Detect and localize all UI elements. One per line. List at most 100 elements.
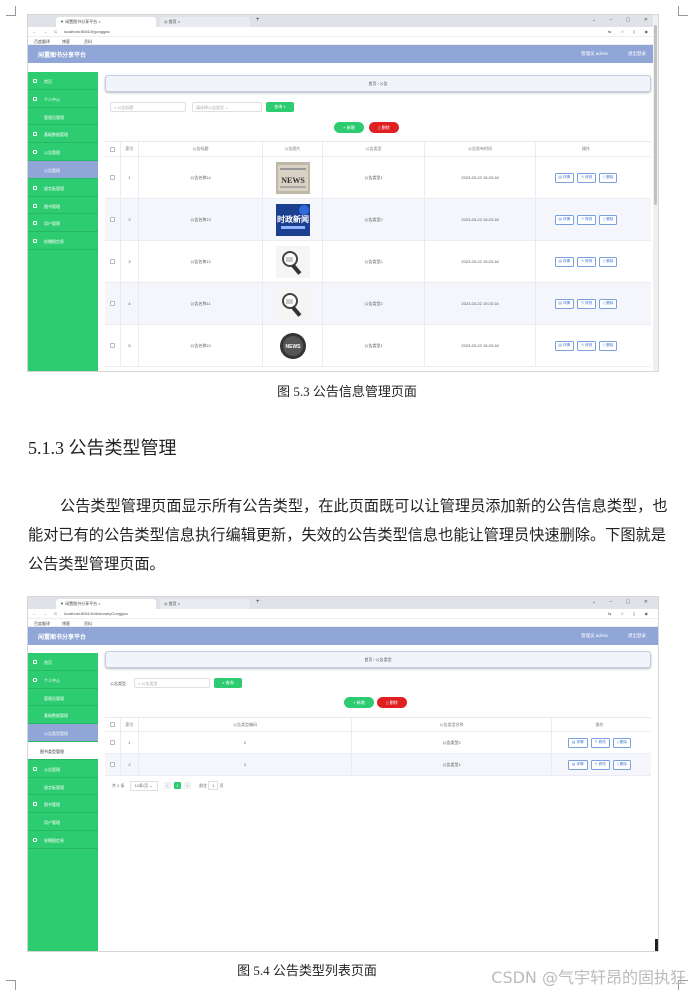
row-delete-button[interactable]: ▯ 删除: [599, 298, 618, 309]
row-checkbox[interactable]: [105, 199, 121, 240]
row-name: 公告类型2: [352, 732, 552, 753]
row-checkbox[interactable]: [105, 241, 121, 282]
sidebar-item-books[interactable]: 图书管理: [28, 197, 98, 215]
row-checkbox[interactable]: [105, 283, 121, 324]
image-icon: [33, 837, 37, 842]
url-field[interactable]: localhost:8081/#/dictionaryGonggao: [64, 611, 128, 616]
scrollbar[interactable]: [653, 15, 658, 371]
new-tab-icon[interactable]: +: [256, 599, 260, 605]
edit-button[interactable]: ✎ 修改: [590, 759, 610, 770]
sidebar-item-users[interactable]: 用户管理: [28, 813, 98, 831]
type-select[interactable]: 请选择公告类型 ⌄: [192, 102, 262, 112]
row-delete-button[interactable]: ▯ 删除: [612, 737, 631, 748]
browser-tab-home[interactable]: ◎ 首页 ×: [160, 599, 250, 609]
detail-button[interactable]: ▤ 详情: [554, 298, 575, 309]
delete-button[interactable]: ▯ 删除: [369, 122, 399, 133]
search-button[interactable]: 查询 ⌕: [266, 102, 294, 112]
next-page-button[interactable]: ›: [183, 782, 191, 790]
select-all-checkbox[interactable]: [105, 718, 121, 731]
table-header: 索引 公告类型编码 公告类型名称 操作: [105, 718, 651, 732]
detail-button[interactable]: ▤ 详情: [554, 340, 575, 351]
sidebar-item-profile[interactable]: 个人中心: [28, 671, 98, 689]
title-search-input[interactable]: ⌕ 公告标题: [110, 102, 186, 112]
row-delete-button[interactable]: ▯ 删除: [599, 340, 618, 351]
goto-page-input[interactable]: 1: [208, 781, 219, 790]
sidebar-item-profile[interactable]: 个人中心: [28, 90, 98, 108]
row-checkbox[interactable]: [105, 157, 121, 198]
sidebar-item-notices[interactable]: 公告管理: [28, 143, 98, 161]
row-checkbox[interactable]: [105, 754, 121, 775]
sidebar-item-carousel[interactable]: 轮播图信息: [28, 232, 98, 250]
image-icon: [33, 239, 37, 244]
browser-tools-icon[interactable]: ⇆ ☆ ▯ ◉: [608, 611, 652, 616]
row-delete-button[interactable]: ▯ 删除: [599, 214, 618, 225]
select-all-checkbox[interactable]: [105, 142, 121, 156]
delete-button[interactable]: ▯ 删除: [377, 697, 407, 708]
table-row: 2 1 公告类型1 ▤ 详情 ✎ 修改 ▯ 删除: [105, 754, 651, 776]
page-size-select[interactable]: 10条/页 ⌄: [129, 781, 158, 791]
row-image: NEWS: [263, 157, 323, 198]
logout-link[interactable]: 退出登录: [628, 51, 646, 57]
breadcrumb: 首页 / 公告类型: [105, 651, 651, 668]
url-field[interactable]: localhost:8081/#/gonggao: [64, 29, 110, 34]
sidebar-item-base-data[interactable]: 基础数据管理: [28, 125, 98, 144]
sidebar-item-users[interactable]: 用户管理: [28, 214, 98, 233]
row-name: 公告类型1: [352, 754, 552, 775]
sidebar-item-home[interactable]: 首页: [28, 653, 98, 671]
sidebar-item-admins[interactable]: 管理员管理: [28, 108, 98, 126]
row-index: 4: [121, 283, 139, 324]
sidebar-item-books[interactable]: 图书管理: [28, 795, 98, 814]
edit-button[interactable]: ✎ 修改: [577, 172, 597, 183]
page-button-current[interactable]: 1: [173, 782, 181, 790]
edit-button[interactable]: ✎ 修改: [577, 256, 597, 267]
browser-tab-home[interactable]: ◎ 首页 ×: [160, 17, 250, 27]
edit-button[interactable]: ✎ 修改: [590, 737, 610, 748]
browser-tab-app[interactable]: ▼ 闲置图书分享平台 ×: [56, 599, 156, 609]
row-checkbox[interactable]: [105, 732, 121, 753]
nav-arrows-icon[interactable]: ← → C: [32, 29, 60, 34]
pagination: 共 2 条 10条/页 ⌄ ‹ 1 › 前往 1 页: [112, 781, 224, 791]
row-actions: ▤ 详情 ✎ 修改 ▯ 删除: [536, 325, 636, 366]
row-delete-button[interactable]: ▯ 删除: [612, 759, 631, 770]
row-checkbox[interactable]: [105, 325, 121, 366]
add-button[interactable]: + 新增: [344, 697, 374, 708]
new-tab-icon[interactable]: +: [256, 17, 260, 23]
sidebar-item-notice-types[interactable]: 公告类型管理: [28, 724, 98, 742]
sidebar-item-base-data[interactable]: 基础数据管理: [28, 706, 98, 725]
detail-button[interactable]: ▤ 详情: [554, 214, 575, 225]
sidebar-item-home[interactable]: 首页: [28, 72, 98, 90]
sidebar-item-admins[interactable]: 管理员管理: [28, 689, 98, 707]
sidebar-item-notices[interactable]: 公告管理: [28, 760, 98, 778]
logout-link[interactable]: 退出登录: [628, 633, 646, 639]
window-controls-icon[interactable]: ⌄ – ▢ ✕: [592, 17, 654, 23]
detail-button[interactable]: ▤ 详情: [554, 172, 575, 183]
search-button[interactable]: ⌕ 查询: [214, 678, 242, 688]
home-icon: [33, 660, 37, 664]
sidebar-item-messages[interactable]: 留言板管理: [28, 179, 98, 197]
book-icon: [33, 802, 37, 807]
edit-button[interactable]: ✎ 修改: [577, 298, 597, 309]
browser-tools-icon[interactable]: ⇆ ☆ ▯ ◉: [608, 29, 652, 34]
scrollbar-thumb[interactable]: [655, 939, 658, 951]
type-search-input[interactable]: ⌕ 公告类型: [134, 678, 210, 688]
row-delete-button[interactable]: ▯ 删除: [599, 256, 618, 267]
row-delete-button[interactable]: ▯ 删除: [599, 172, 618, 183]
row-index: 2: [121, 199, 139, 240]
sidebar-item-book-types[interactable]: 图书类型管理: [28, 741, 98, 760]
sidebar-item-notice-manage[interactable]: 公告管理: [28, 160, 98, 179]
detail-button[interactable]: ▤ 详情: [568, 759, 588, 770]
browser-tab-app[interactable]: ▼ 闲置图书分享平台 ×: [56, 17, 156, 27]
nav-arrows-icon[interactable]: ← → C: [32, 611, 60, 616]
add-button[interactable]: + 新增: [334, 122, 364, 133]
prev-page-button[interactable]: ‹: [163, 782, 171, 790]
detail-button[interactable]: ▤ 详情: [568, 737, 588, 748]
sidebar-item-messages[interactable]: 留言板管理: [28, 778, 98, 796]
edit-button[interactable]: ✎ 修改: [577, 340, 597, 351]
users-icon: [33, 221, 37, 226]
main-content: 首页 / 公告 ⌕ 公告标题 请选择公告类型 ⌄ 查询 ⌕ + 新增 ▯ 删除 …: [98, 15, 658, 371]
sidebar-item-carousel[interactable]: 轮播图信息: [28, 831, 98, 849]
screenshot-gonggao-list: ▼ 闲置图书分享平台 × ◎ 首页 × + ⌄ – ▢ ✕ ← → C loca…: [27, 14, 659, 372]
window-controls-icon[interactable]: ⌄ – ▢ ✕: [592, 599, 654, 605]
detail-button[interactable]: ▤ 详情: [554, 256, 575, 267]
edit-button[interactable]: ✎ 修改: [577, 214, 597, 225]
